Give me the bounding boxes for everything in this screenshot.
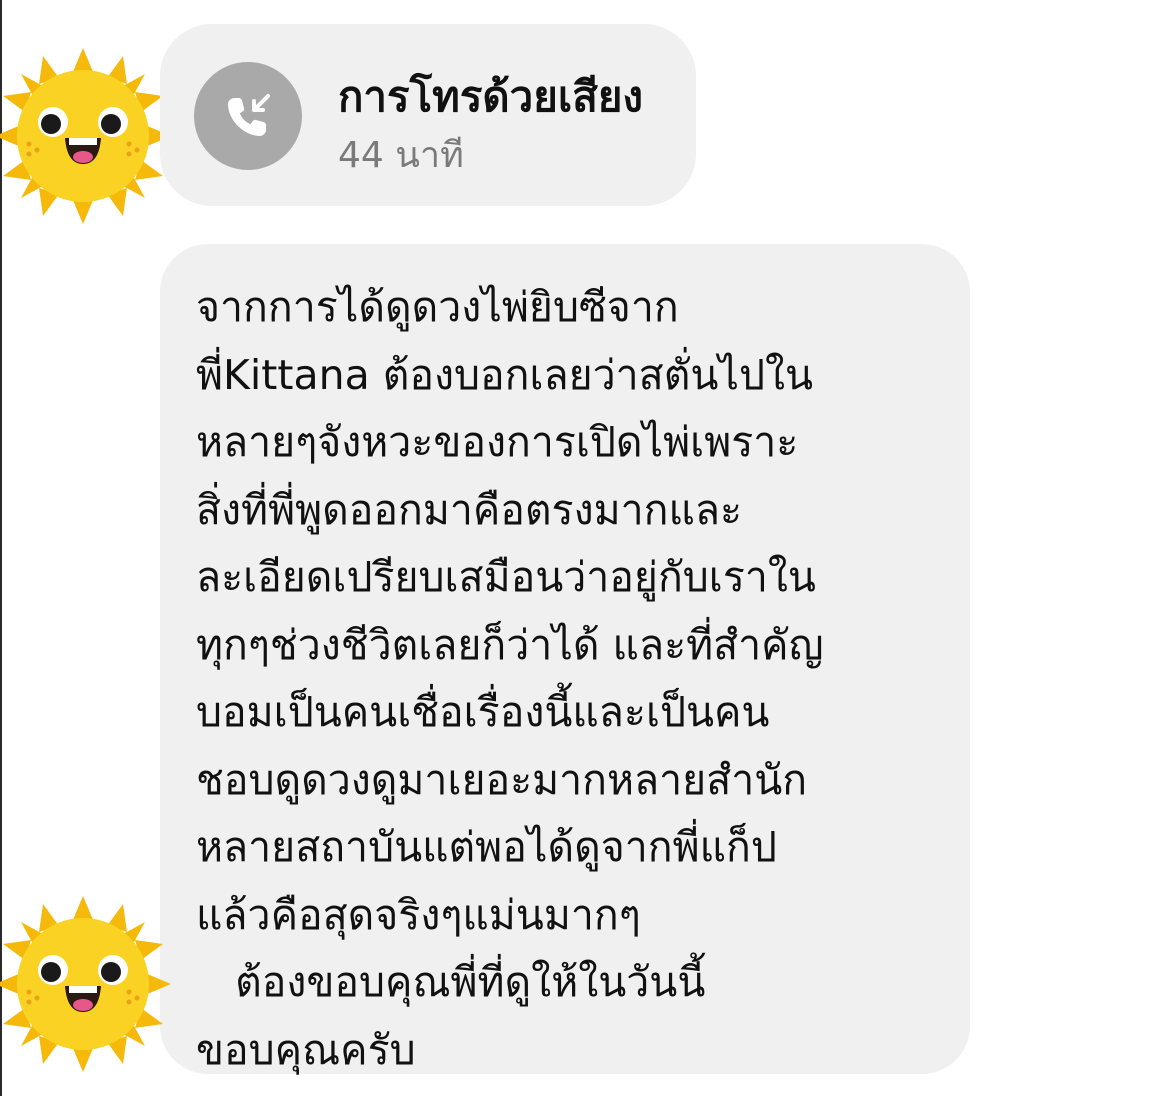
message-line: ทุกๆช่วงชีวิตเลยก็ว่าได้ และที่สำคัญ: [196, 620, 824, 669]
message-line: ชอบดูดวงดูมาเยอะมากหลายสำนัก: [196, 755, 808, 804]
message-text: จากการได้ดูดวงไพ่ยิบซีจาก พี่Kittana ต้อ…: [196, 274, 956, 1084]
message-line: พี่Kittana ต้องบอกเลยว่าสตั่นไปใน: [196, 350, 814, 399]
message-line: ขอบคุณครับ: [196, 1025, 416, 1074]
call-duration: 44 นาที: [338, 135, 464, 176]
message-line: ต้องขอบคุณพี่ที่ดูให้ในวันนี้: [196, 958, 706, 1006]
message-line: ละเอียดเปรียบเสมือนว่าอยู่กับเราใน: [196, 553, 816, 601]
message-line: แล้วคือสุดจริงๆแม่นมากๆ: [196, 890, 641, 939]
message-line: จากการได้ดูดวงไพ่ยิบซีจาก: [196, 283, 679, 331]
sender-avatar-sun-icon[interactable]: [0, 896, 171, 1072]
message-line: สิ่งที่พี่พูดออกมาคือตรงมากและ: [196, 485, 743, 534]
call-title: การโทรด้วยเสียง: [338, 72, 643, 121]
sender-avatar-sun-icon[interactable]: [0, 48, 171, 224]
incoming-call-icon: [194, 62, 302, 170]
message-line: หลายๆจังหวะของการเปิดไพ่เพราะ: [196, 418, 799, 466]
message-line: บอมเป็นคนเชื่อเรื่องนี้และเป็นคน: [196, 688, 770, 736]
chat-screen: การโทรด้วยเสียง 44 นาที จากการได้ดูดวงไพ…: [0, 0, 1170, 1096]
message-line: หลายสถาบันแต่พอได้ดูจากพี่แก็ป: [196, 823, 777, 871]
message-bubble[interactable]: จากการได้ดูดวงไพ่ยิบซีจาก พี่Kittana ต้อ…: [160, 244, 970, 1074]
voice-call-bubble[interactable]: การโทรด้วยเสียง 44 นาที: [160, 24, 696, 206]
